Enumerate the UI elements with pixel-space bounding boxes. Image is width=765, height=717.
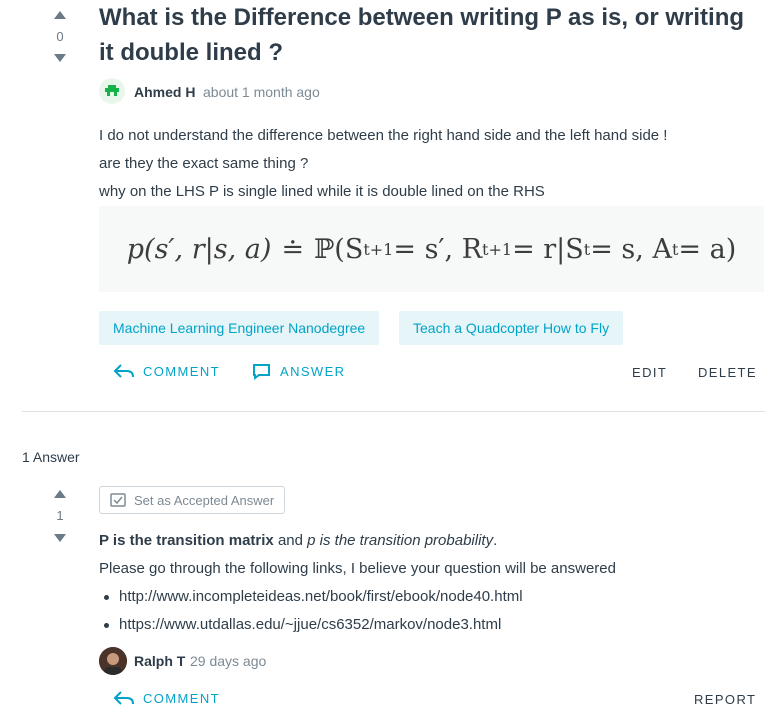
- formula-eq: ≐: [281, 233, 304, 265]
- question-answer-button[interactable]: ANSWER: [252, 363, 345, 380]
- answer-bold-text: P is the transition matrix: [99, 532, 274, 549]
- bullet-icon: [104, 594, 109, 600]
- speech-bubble-icon: [253, 364, 270, 380]
- answer-link-item: http://www.incompleteideas.net/book/firs…: [104, 583, 765, 611]
- answer-body: P is the transition matrix and p is the …: [99, 527, 765, 639]
- answer-italic-text: p is the transition probability: [307, 532, 494, 549]
- reply-icon: [113, 691, 134, 705]
- question-author-name[interactable]: Ahmed H: [134, 84, 195, 100]
- answer-vote-count: 1: [56, 508, 64, 523]
- avatar-pixel-icon: [105, 85, 119, 96]
- tag-ml-nanodegree[interactable]: Machine Learning Engineer Nanodegree: [99, 311, 380, 345]
- comment-label: COMMENT: [143, 363, 220, 379]
- section-divider: [22, 411, 765, 412]
- question-body: I do not understand the difference betwe…: [99, 122, 667, 206]
- answer-line-1: P is the transition matrix and p is the …: [99, 527, 765, 555]
- formula-rhs-b: = s′, R: [393, 233, 483, 265]
- answer-report-button[interactable]: REPORT: [694, 692, 756, 707]
- accept-answer-button[interactable]: Set as Accepted Answer: [99, 486, 286, 514]
- answer-label: ANSWER: [280, 364, 346, 379]
- question-body-line: are they the exact same thing ?: [99, 155, 309, 172]
- answer-timestamp: 29 days ago: [190, 653, 267, 669]
- question-formula-image: p(s′, r|s, a) ≐ ℙ(S t+1 = s′, Rt+1 = r|S t…: [99, 206, 764, 292]
- formula-sub: t+1: [482, 239, 513, 259]
- answers-count: 1 Answer: [22, 449, 80, 465]
- bullet-icon: [104, 622, 109, 628]
- question-vote-count: 0: [56, 29, 64, 44]
- question-edit-button[interactable]: EDIT: [632, 365, 667, 380]
- tag-quadcopter[interactable]: Teach a Quadcopter How to Fly: [399, 311, 624, 345]
- question-upvote-icon[interactable]: [54, 11, 66, 19]
- formula-rhs-d: = s, A: [590, 233, 672, 265]
- formula-rhs-a: ℙ(S: [314, 233, 364, 265]
- formula-rhs-c: = r|S: [512, 233, 584, 265]
- avatar-photo-icon: [99, 647, 127, 675]
- check-box-icon: [110, 493, 126, 507]
- question-downvote-icon[interactable]: [54, 54, 66, 62]
- question-author-avatar[interactable]: [99, 78, 125, 104]
- answer-comment-button[interactable]: COMMENT: [113, 690, 220, 706]
- answer-link-item: https://www.utdallas.edu/~jjue/cs6352/ma…: [104, 611, 765, 639]
- accept-answer-label: Set as Accepted Answer: [134, 492, 275, 508]
- question-comment-button[interactable]: COMMENT: [113, 363, 220, 379]
- answer-upvote-icon[interactable]: [54, 490, 66, 498]
- question-body-line: I do not understand the difference betwe…: [99, 127, 668, 144]
- reply-icon: [113, 364, 134, 378]
- answer-link[interactable]: http://www.incompleteideas.net/book/firs…: [119, 583, 523, 611]
- answer-line-2: Please go through the following links, I…: [99, 560, 616, 577]
- question-body-line: why on the LHS P is single lined while i…: [99, 183, 545, 200]
- question-delete-button[interactable]: DELETE: [698, 365, 757, 380]
- formula-rhs-e: = a): [678, 233, 737, 265]
- answer-author-name[interactable]: Ralph T: [134, 653, 185, 669]
- answer-end-text: .: [493, 532, 498, 549]
- answer-author-avatar[interactable]: [99, 647, 127, 675]
- formula-sub: t+1: [363, 239, 394, 259]
- answer-downvote-icon[interactable]: [54, 534, 66, 542]
- answer-mid-text: and: [273, 532, 308, 549]
- answer-link[interactable]: https://www.utdallas.edu/~jjue/cs6352/ma…: [119, 611, 501, 639]
- formula-lhs: p(s′, r|s, a): [126, 233, 272, 265]
- comment-label: COMMENT: [143, 690, 220, 706]
- question-timestamp: about 1 month ago: [203, 84, 320, 100]
- question-title: What is the Difference between writing P…: [99, 4, 745, 66]
